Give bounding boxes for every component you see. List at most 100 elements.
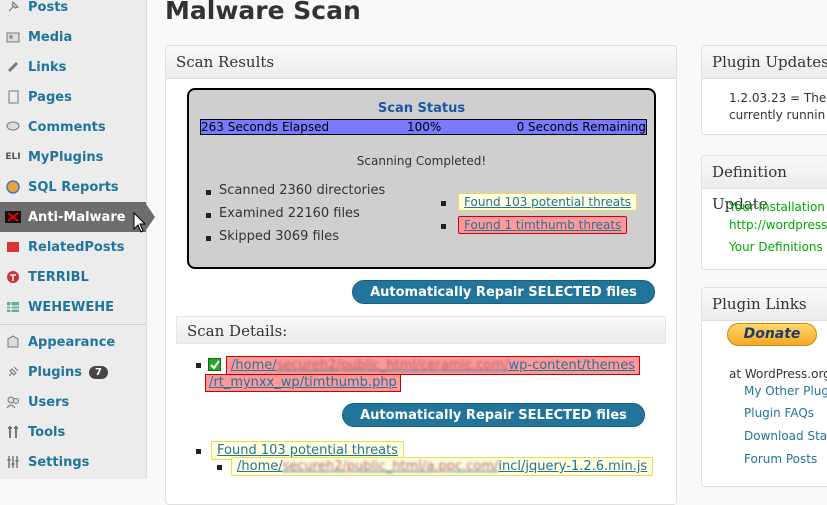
- bullet-icon: [441, 224, 446, 229]
- elapsed-text: 263 Seconds Elapsed: [201, 120, 330, 134]
- download-stats-link[interactable]: Download Sta: [744, 429, 827, 443]
- sidebar-item-label: Plugins: [28, 364, 82, 380]
- sidebar-separator: [0, 324, 146, 325]
- scan-progress-bar: 263 Seconds Elapsed 100% 0 Seconds Remai…: [200, 119, 647, 135]
- page-title: Malware Scan: [165, 0, 361, 25]
- plugin-updates-line1: 1.2.03.23 = The: [729, 91, 827, 105]
- comment-icon: [5, 119, 21, 135]
- redacted-path-segment: secureh2/public_html/ceramic.com/: [276, 358, 509, 373]
- sidebar-item-relatedposts[interactable]: RelatedPosts: [0, 232, 146, 262]
- scan-results-heading: Scan Results: [166, 46, 676, 79]
- mouse-cursor-icon: [133, 211, 147, 238]
- grid-icon: [5, 299, 21, 315]
- path-segment: wp-content/themes: [508, 358, 636, 373]
- redacted-path-segment: secureh2/public_html/a.ppc.com/: [282, 459, 499, 474]
- sidebar-item-links[interactable]: Links: [0, 52, 146, 82]
- related-icon: [5, 239, 21, 255]
- timthumb-file-path-line1[interactable]: /home/secureh2/public_html/ceramic.com/w…: [226, 356, 640, 375]
- terribl-icon: [5, 269, 21, 285]
- tools-icon: [5, 424, 21, 440]
- jquery-file-path[interactable]: /home/secureh2/public_html/a.ppc.com/inc…: [231, 457, 654, 476]
- plugin-update-count-badge: 7: [89, 365, 108, 379]
- plugin-updates-heading: Plugin Updates: [702, 46, 827, 79]
- sidebar-item-posts[interactable]: Posts: [0, 0, 146, 22]
- sidebar-item-plugins[interactable]: Plugins 7: [0, 357, 146, 387]
- repair-selected-button-top[interactable]: Automatically Repair SELECTED files Now: [352, 280, 655, 324]
- selected-checkbox-icon[interactable]: [208, 358, 221, 371]
- sidebar-item-wehewehe[interactable]: WEHEWEHE: [0, 292, 146, 322]
- plugin-links-panel: Plugin Links Donate at WordPress.org My …: [701, 287, 827, 487]
- sidebar-item-label: RelatedPosts: [28, 239, 125, 255]
- remaining-text: 0 Seconds Remaining: [516, 120, 646, 134]
- admin-sidebar: Posts Media Links Pages Comments ELI MyP…: [0, 0, 155, 479]
- sidebar-item-myplugins[interactable]: ELI MyPlugins: [0, 142, 146, 172]
- sidebar-item-label: Links: [28, 59, 67, 75]
- sidebar-item-label: MyPlugins: [28, 149, 104, 165]
- pages-icon: [5, 89, 21, 105]
- link-icon: [5, 59, 21, 75]
- scan-details-heading: Scan Details:: [176, 316, 666, 344]
- sidebar-item-label: TERRIBL: [28, 269, 89, 285]
- path-segment: /home/: [237, 459, 283, 474]
- sidebar-item-label: Settings: [28, 454, 90, 470]
- sidebar-item-label: Media: [28, 29, 73, 45]
- path-segment: /home/: [231, 358, 277, 373]
- sidebar-item-sql-reports[interactable]: SQL Reports: [0, 172, 146, 202]
- potential-threats-link[interactable]: Found 103 potential threats: [458, 193, 638, 211]
- plugin-updates-line2: currently runnin: [729, 108, 826, 122]
- sidebar-item-label: Appearance: [28, 334, 116, 350]
- timthumb-threats-link[interactable]: Found 1 timthumb threats: [458, 216, 628, 234]
- sidebar-item-terribl[interactable]: TERRIBL: [0, 262, 146, 292]
- sidebar-item-tools[interactable]: Tools: [0, 417, 146, 447]
- donate-button[interactable]: Donate: [727, 323, 817, 346]
- stat-files-skipped: Skipped 3069 files: [205, 229, 340, 244]
- users-icon: [5, 394, 21, 410]
- sidebar-item-label: WEHEWEHE: [28, 299, 114, 315]
- sidebar-item-label: Comments: [28, 119, 106, 135]
- sidebar-item-appearance[interactable]: Appearance: [0, 327, 146, 357]
- timthumb-file-path-line2[interactable]: /rt_mynxx_wp/timthumb.php: [205, 374, 401, 392]
- sidebar-item-label: Tools: [28, 424, 66, 440]
- installation-status-text: Your Installation: [729, 200, 825, 214]
- path-segment: incl/jquery-1.2.6.min.js: [498, 459, 648, 474]
- scan-completed-text: Scanning Completed!: [356, 154, 487, 168]
- scan-status-title: Scan Status: [377, 101, 466, 116]
- installation-url-text: http://wordpress: [729, 218, 827, 232]
- scan-status-box: Scan Status 263 Seconds Elapsed 100% 0 S…: [187, 88, 656, 269]
- active-menu-arrow: [146, 204, 155, 230]
- forum-posts-link[interactable]: Forum Posts: [744, 452, 817, 466]
- repair-selected-button-bottom[interactable]: Automatically Repair SELECTED files Now: [342, 403, 645, 447]
- globe-icon: [5, 179, 21, 195]
- sidebar-item-settings[interactable]: Settings: [0, 447, 146, 477]
- bullet-icon: [217, 465, 222, 470]
- settings-icon: [5, 454, 21, 470]
- media-icon: [5, 29, 21, 45]
- sidebar-item-users[interactable]: Users: [0, 387, 146, 417]
- plugin-icon: [5, 364, 21, 380]
- sidebar-item-anti-malware[interactable]: Anti-Malware: [0, 202, 146, 232]
- at-wordpress-text: at WordPress.org: [729, 367, 827, 381]
- pin-icon: [5, 0, 21, 15]
- sidebar-item-comments[interactable]: Comments: [0, 112, 146, 142]
- percent-text: 100%: [407, 120, 442, 134]
- appearance-icon: [5, 334, 21, 350]
- sidebar-item-label: Users: [28, 394, 70, 410]
- my-other-plugins-link[interactable]: My Other Plug: [744, 384, 827, 398]
- stat-files-examined: Examined 22160 files: [206, 206, 360, 221]
- plugin-updates-panel: Plugin Updates 1.2.03.23 = The currently…: [701, 45, 827, 135]
- malware-icon: [5, 209, 21, 225]
- sidebar-item-label: SQL Reports: [28, 179, 119, 195]
- definition-updates-panel: Definition Update Your Installation http…: [701, 155, 827, 270]
- definition-updates-heading: Definition Update: [702, 156, 827, 213]
- bullet-icon: [196, 449, 201, 454]
- sidebar-item-label: Anti-Malware: [28, 209, 126, 225]
- sidebar-item-label: Pages: [28, 89, 72, 105]
- stat-directories: Scanned 2360 directories: [205, 183, 386, 198]
- sidebar-item-label: Posts: [28, 0, 69, 15]
- definitions-status-text: Your Definitions: [729, 240, 823, 254]
- bullet-icon: [441, 201, 446, 206]
- plugin-faqs-link[interactable]: Plugin FAQs: [744, 406, 814, 420]
- sidebar-item-pages[interactable]: Pages: [0, 82, 146, 112]
- eli-icon: ELI: [5, 152, 21, 162]
- sidebar-item-media[interactable]: Media: [0, 22, 146, 52]
